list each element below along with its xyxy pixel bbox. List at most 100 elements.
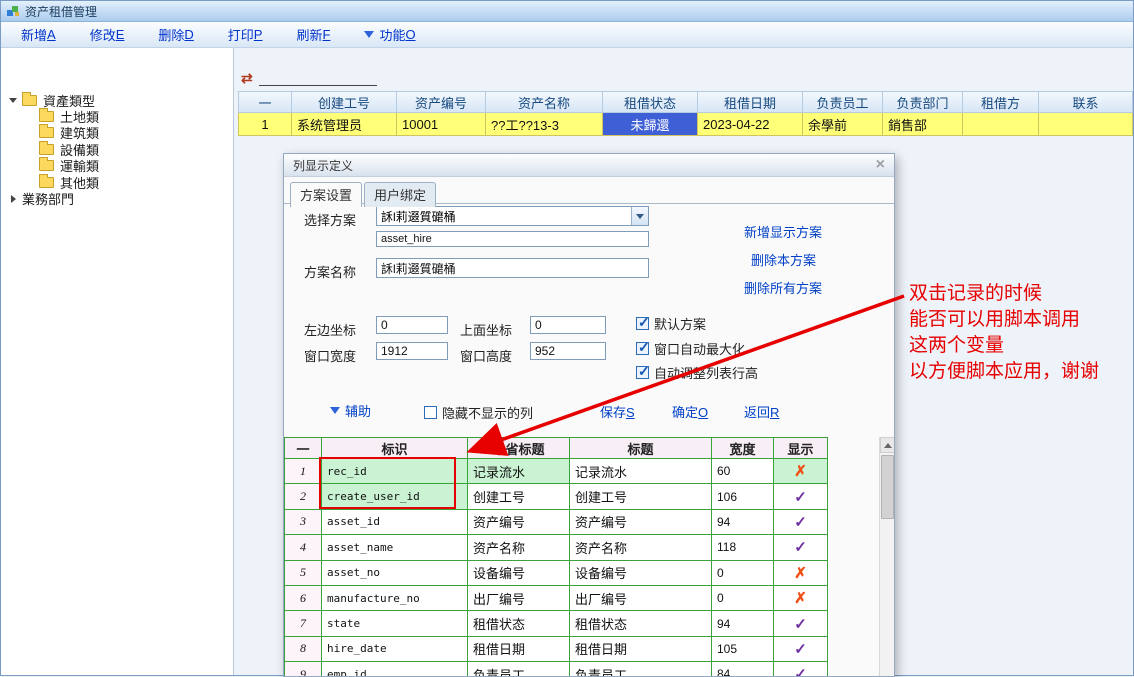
title-cell[interactable]: 资产名称 <box>570 535 712 560</box>
default-title-cell[interactable]: 记录流水 <box>468 459 570 484</box>
tree-node-building[interactable]: 建筑類 <box>1 125 233 141</box>
title-cell[interactable]: 资产编号 <box>570 510 712 535</box>
default-title-cell[interactable]: 负责员工 <box>468 662 570 677</box>
header-asset-name[interactable]: 资产名称 <box>486 91 603 113</box>
tree-node-other[interactable]: 其他類 <box>1 174 233 190</box>
identifier-cell[interactable]: create_user_id <box>322 484 468 509</box>
show-flag-cell[interactable]: ✗ <box>774 586 828 611</box>
width-cell[interactable]: 94 <box>712 611 774 636</box>
checkbox-icon[interactable] <box>424 406 437 419</box>
window-width-field[interactable] <box>376 342 448 360</box>
left-coord-field[interactable] <box>376 316 448 334</box>
dialog-title-bar[interactable]: 列显示定义 × <box>284 154 894 177</box>
chevron-down-icon[interactable] <box>631 207 648 225</box>
back-button[interactable]: 返回R <box>744 402 779 421</box>
asset-id-cell[interactable]: 10001 <box>397 113 486 136</box>
default-title-cell[interactable]: 出厂编号 <box>468 586 570 611</box>
identifier-cell[interactable]: manufacture_no <box>322 586 468 611</box>
column-def-row[interactable]: 1 rec_id 记录流水 记录流水 60 ✗ <box>284 459 880 484</box>
scheme-select[interactable]: 訸l莉逫質礳桶 <box>376 206 649 226</box>
width-cell[interactable]: 0 <box>712 561 774 586</box>
tree-node-equipment[interactable]: 設備類 <box>1 141 233 157</box>
width-cell[interactable]: 94 <box>712 510 774 535</box>
width-cell[interactable]: 0 <box>712 586 774 611</box>
dept-cell[interactable]: 銷售部 <box>883 113 963 136</box>
default-title-cell[interactable]: 租借状态 <box>468 611 570 636</box>
delete-button[interactable]: 删除D <box>158 25 193 44</box>
show-flag-cell[interactable]: ✓ <box>774 510 828 535</box>
show-flag-cell[interactable]: ✗ <box>774 561 828 586</box>
add-scheme-link[interactable]: 新增显示方案 <box>744 222 822 241</box>
column-def-row[interactable]: 4 asset_name 资产名称 资产名称 118 ✓ <box>284 535 880 560</box>
checkbox-icon[interactable] <box>636 366 649 379</box>
title-cell[interactable]: 负责员工 <box>570 662 712 677</box>
hire-date-cell[interactable]: 2023-04-22 <box>698 113 803 136</box>
title-cell[interactable]: 设备编号 <box>570 561 712 586</box>
column-def-row[interactable]: 7 state 租借状态 租借状态 94 ✓ <box>284 611 880 636</box>
title-cell[interactable]: 记录流水 <box>570 459 712 484</box>
tab-user-binding[interactable]: 用户绑定 <box>364 182 436 207</box>
header-renter[interactable]: 租借方 <box>963 91 1039 113</box>
state-cell[interactable]: 未歸還 <box>603 113 698 136</box>
column-def-row[interactable]: 2 create_user_id 创建工号 创建工号 106 ✓ <box>284 484 880 509</box>
tree-node-land[interactable]: 土地類 <box>1 108 233 124</box>
new-button[interactable]: 新增A <box>21 25 56 44</box>
identifier-cell[interactable]: state <box>322 611 468 636</box>
scheme-name-field[interactable] <box>376 258 649 278</box>
renter-cell[interactable] <box>963 113 1039 136</box>
header-title[interactable]: 标题 <box>570 437 712 459</box>
aux-menu-button[interactable]: 辅助 <box>330 401 371 420</box>
default-title-cell[interactable]: 资产编号 <box>468 510 570 535</box>
width-cell[interactable]: 118 <box>712 535 774 560</box>
header-create-user[interactable]: 创建工号 <box>292 91 397 113</box>
scroll-up-icon[interactable] <box>880 437 895 453</box>
show-flag-cell[interactable]: ✓ <box>774 484 828 509</box>
header-contact[interactable]: 联系 <box>1039 91 1133 113</box>
expand-arrow-icon[interactable] <box>9 98 17 103</box>
default-title-cell[interactable]: 设备编号 <box>468 561 570 586</box>
contact-cell[interactable] <box>1039 113 1133 136</box>
auto-maximize-checkbox[interactable]: 窗口自动最大化 <box>636 339 745 358</box>
asset-name-cell[interactable]: ??工??13-3 <box>486 113 603 136</box>
title-cell[interactable]: 创建工号 <box>570 484 712 509</box>
title-cell[interactable]: 租借日期 <box>570 637 712 662</box>
title-cell[interactable]: 租借状态 <box>570 611 712 636</box>
identifier-cell[interactable]: emp_id <box>322 662 468 677</box>
hide-hidden-columns-checkbox[interactable]: 隐藏不显示的列 <box>424 403 533 422</box>
default-title-cell[interactable]: 资产名称 <box>468 535 570 560</box>
width-cell[interactable]: 84 <box>712 662 774 677</box>
header-identifier[interactable]: 标识 <box>322 437 468 459</box>
column-def-row[interactable]: 9 emp_id 负责员工 负责员工 84 ✓ <box>284 662 880 677</box>
tab-scheme-settings[interactable]: 方案设置 <box>290 182 362 207</box>
header-hire-date[interactable]: 租借日期 <box>698 91 803 113</box>
default-scheme-checkbox[interactable]: 默认方案 <box>636 314 706 333</box>
show-flag-cell[interactable]: ✓ <box>774 535 828 560</box>
delete-scheme-link[interactable]: 删除本方案 <box>751 250 816 269</box>
show-flag-cell[interactable]: ✓ <box>774 611 828 636</box>
header-row-selector[interactable]: 一 <box>284 437 322 459</box>
identifier-cell[interactable]: asset_name <box>322 535 468 560</box>
delete-all-schemes-link[interactable]: 删除所有方案 <box>744 278 822 297</box>
width-cell[interactable]: 60 <box>712 459 774 484</box>
column-def-row[interactable]: 6 manufacture_no 出厂编号 出厂编号 0 ✗ <box>284 586 880 611</box>
width-cell[interactable]: 105 <box>712 637 774 662</box>
quick-filter-input[interactable] <box>259 71 377 86</box>
header-emp[interactable]: 负责员工 <box>803 91 883 113</box>
header-width[interactable]: 宽度 <box>712 437 774 459</box>
reorder-columns-icon[interactable]: ⇄ <box>241 70 253 86</box>
tree-node-asset-types[interactable]: 資產類型 <box>1 92 233 108</box>
column-def-row[interactable]: 3 asset_id 资产编号 资产编号 94 ✓ <box>284 510 880 535</box>
header-show[interactable]: 显示 <box>774 437 828 459</box>
save-button[interactable]: 保存S <box>600 402 635 421</box>
default-title-cell[interactable]: 创建工号 <box>468 484 570 509</box>
tree-node-business-dept[interactable]: 業務部門 <box>1 190 233 206</box>
checkbox-icon[interactable] <box>636 317 649 330</box>
function-menu-button[interactable]: 功能O <box>364 25 415 44</box>
header-row-selector[interactable]: 一 <box>238 91 292 113</box>
title-cell[interactable]: 出厂编号 <box>570 586 712 611</box>
asset-row[interactable]: 1 系统管理员 10001 ??工??13-3 未歸還 2023-04-22 余… <box>238 113 1133 136</box>
top-coord-field[interactable] <box>530 316 606 334</box>
header-dept[interactable]: 负责部门 <box>883 91 963 113</box>
print-button[interactable]: 打印P <box>228 25 263 44</box>
column-def-row[interactable]: 5 asset_no 设备编号 设备编号 0 ✗ <box>284 561 880 586</box>
